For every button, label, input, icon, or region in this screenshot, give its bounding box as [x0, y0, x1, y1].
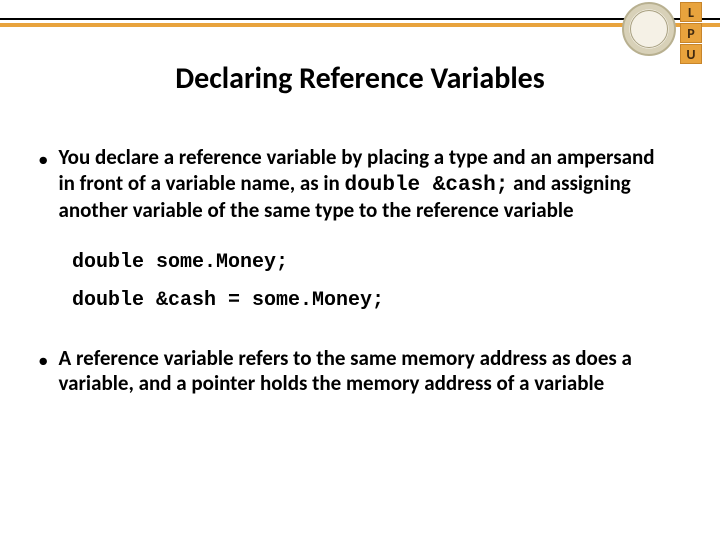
bullet-item: • You declare a reference variable by pl…	[38, 145, 672, 224]
bullet-item: • A reference variable refers to the sam…	[38, 346, 672, 397]
bullet-dot-icon: •	[38, 346, 48, 397]
university-seal-icon	[622, 2, 676, 56]
bullet-dot-icon: •	[38, 145, 48, 224]
slide-title: Declaring Reference Variables	[0, 60, 720, 97]
code-block: double some.Money; double &cash = some.M…	[72, 244, 672, 320]
lpu-badge: L P U	[680, 2, 702, 64]
bullet-inline-code: double &cash;	[345, 174, 509, 197]
bullet-pre: A reference variable refers to the same …	[58, 345, 631, 397]
bullet-text: You declare a reference variable by plac…	[58, 145, 672, 224]
lpu-letter-p: P	[680, 23, 702, 43]
header-divider-thin	[0, 18, 720, 20]
logo-group: L P U	[622, 2, 702, 64]
bullet-text: A reference variable refers to the same …	[58, 346, 672, 397]
code-line: double some.Money;	[72, 244, 672, 282]
code-line: double &cash = some.Money;	[72, 282, 672, 320]
header-divider-orange	[0, 23, 720, 27]
lpu-letter-l: L	[680, 2, 702, 22]
slide-content: • You declare a reference variable by pl…	[38, 145, 672, 417]
